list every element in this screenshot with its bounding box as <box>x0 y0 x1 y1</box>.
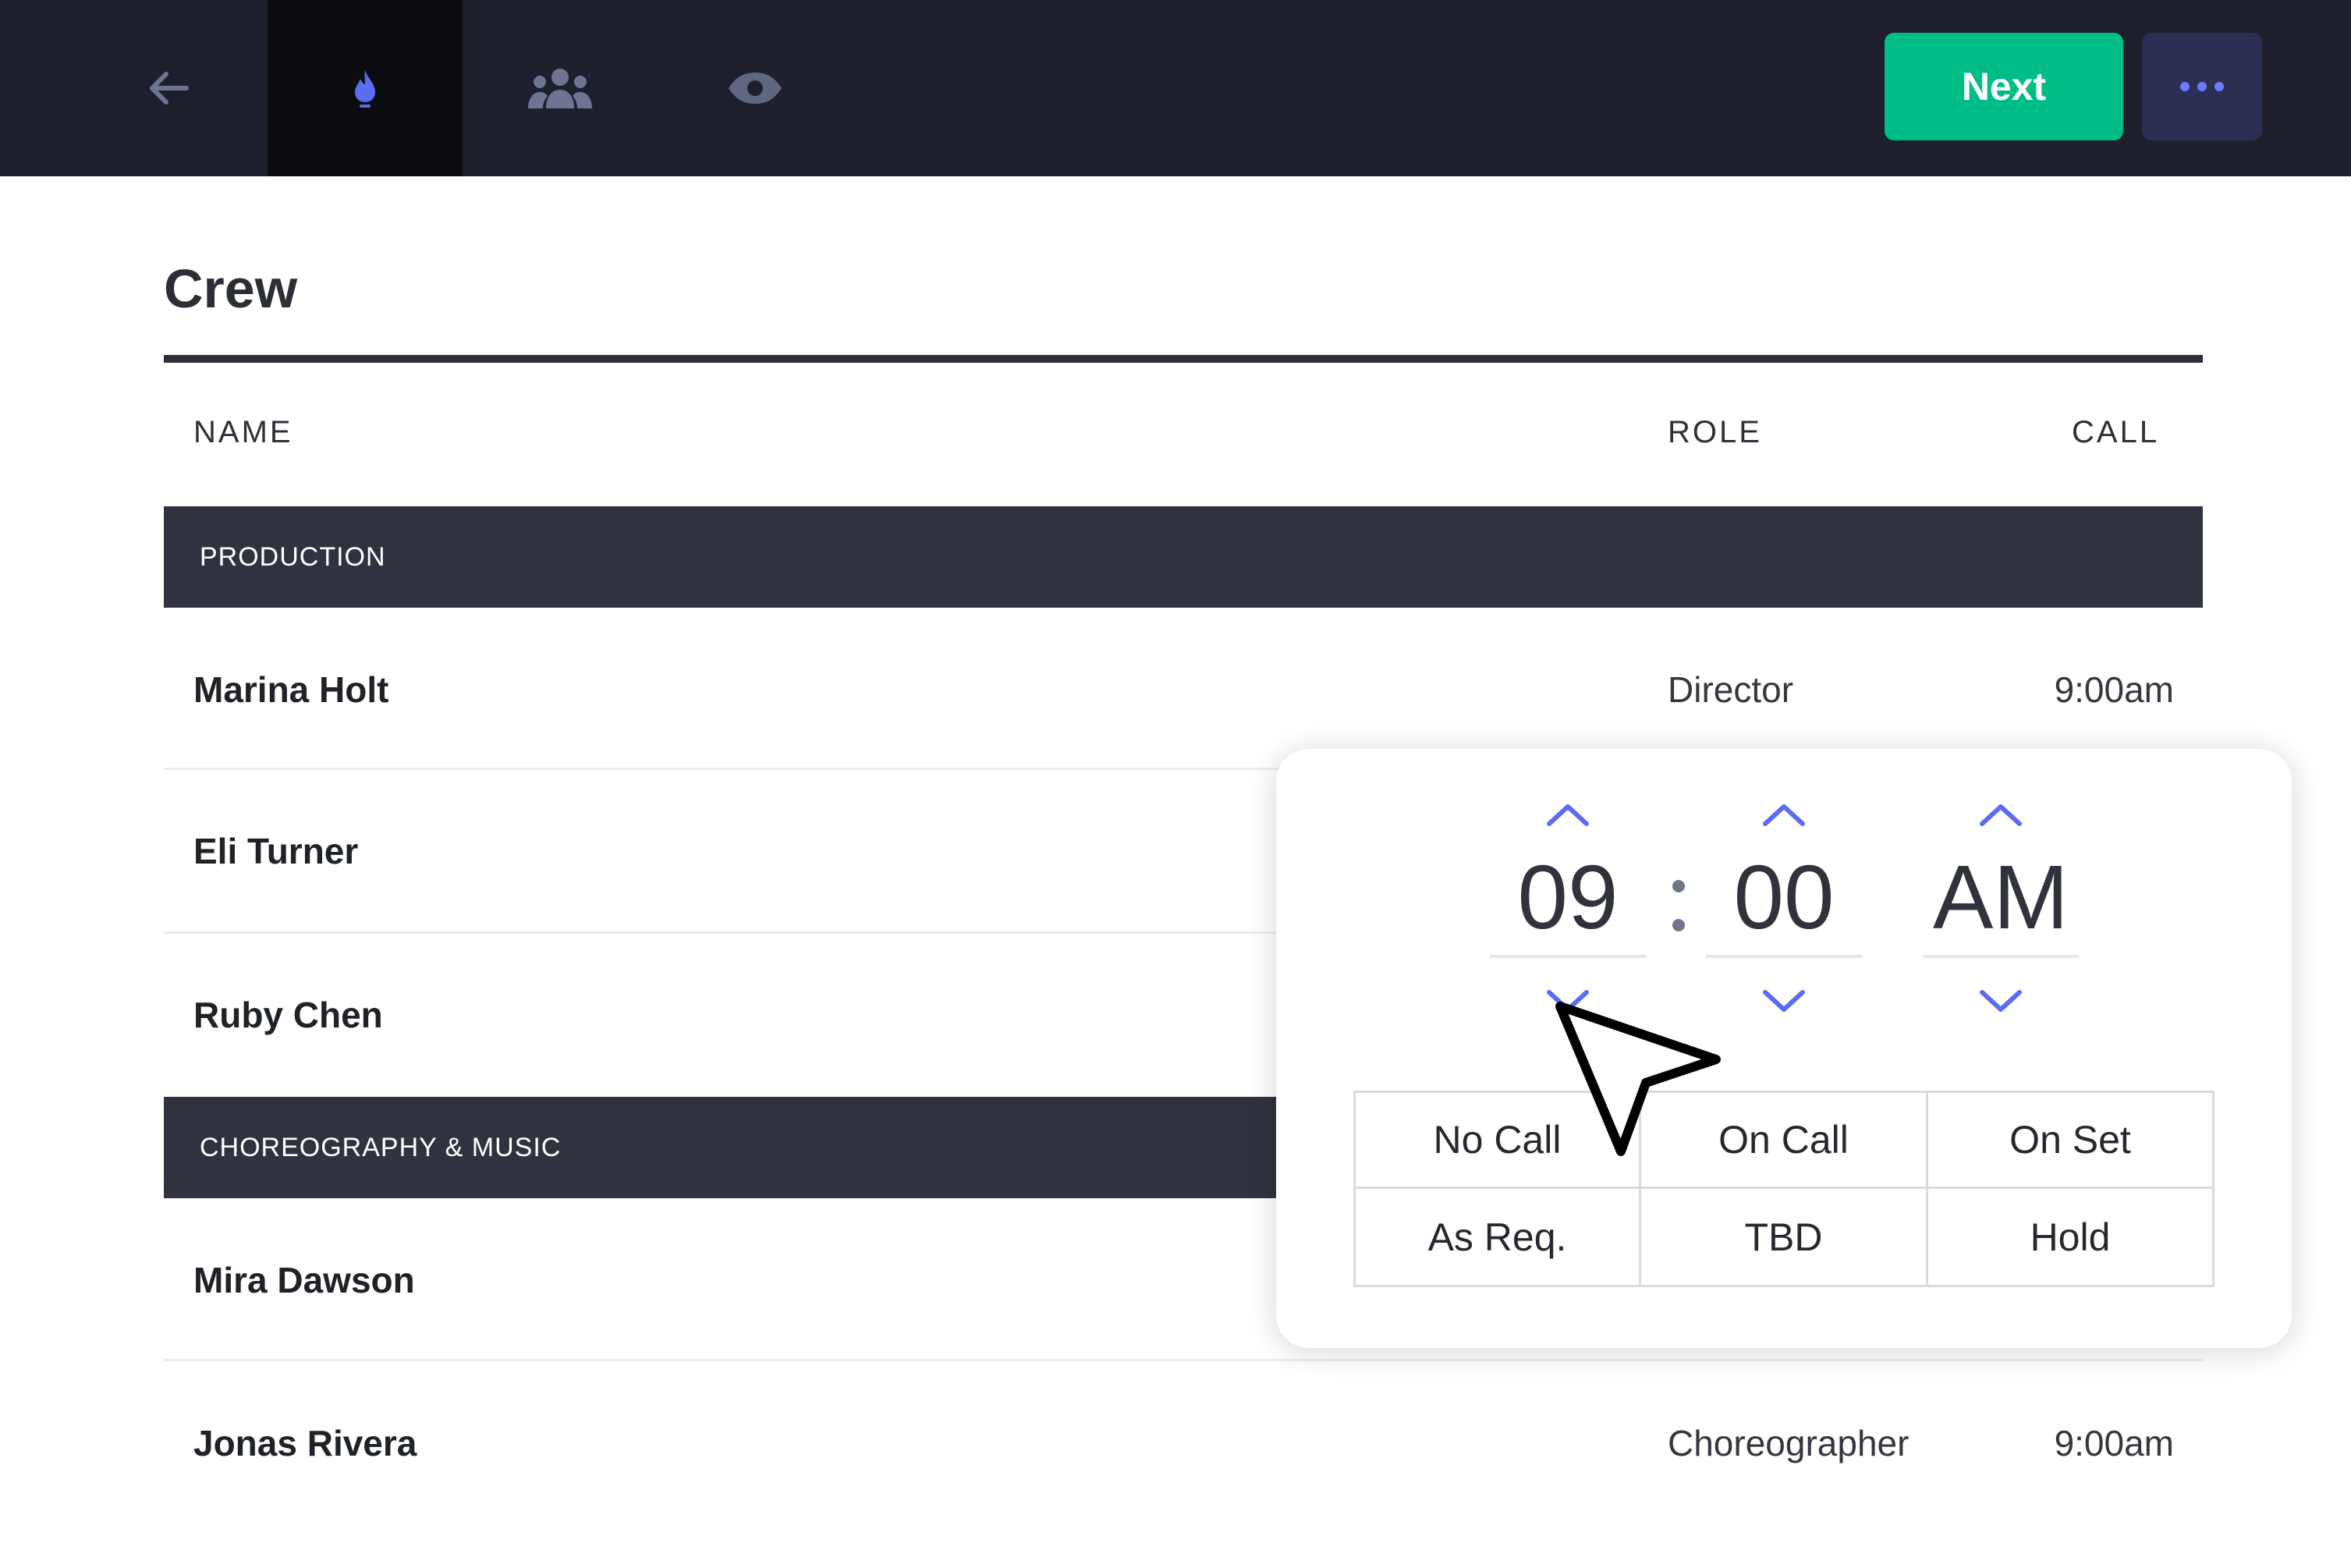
table-row[interactable]: Jonas Rivera Choreographer 9:00am <box>164 1361 2203 1525</box>
crew-name: Mira Dawson <box>193 1260 415 1300</box>
call-time[interactable]: 9:00am <box>2055 608 2174 772</box>
hour-value[interactable]: 09 <box>1490 846 1646 948</box>
option-on-set[interactable]: On Set <box>1928 1093 2212 1189</box>
minute-decrement-chevron-down-icon[interactable] <box>1761 988 1807 1016</box>
period-value[interactable]: AM <box>1923 846 2079 948</box>
time-separator <box>1669 872 1688 942</box>
table-row[interactable]: Marina Holt Director 9:00am <box>164 608 2203 772</box>
hour-increment-chevron-up-icon[interactable] <box>1544 800 1591 828</box>
eye-icon <box>729 73 782 104</box>
more-dots-icon <box>2180 82 2190 91</box>
tab-people[interactable] <box>463 0 658 176</box>
title-divider <box>164 355 2203 363</box>
crew-name: Ruby Chen <box>193 995 383 1035</box>
crew-role: Choreographer <box>1668 1423 1910 1463</box>
option-as-required[interactable]: As Req. <box>1356 1189 1641 1285</box>
crew-name: Marina Holt <box>193 669 389 710</box>
tab-flame[interactable] <box>268 0 463 176</box>
column-header-role: ROLE <box>1668 415 1762 449</box>
call-status-options: No Call On Call On Set As Req. TBD Hold <box>1353 1091 2214 1287</box>
call-time[interactable]: 9:00am <box>2055 1361 2174 1525</box>
flame-icon <box>355 69 375 108</box>
mouse-pointer-icon <box>1555 1002 1721 1156</box>
option-hold[interactable]: Hold <box>1928 1189 2212 1285</box>
tab-preview[interactable] <box>658 0 853 176</box>
back-arrow-icon <box>150 72 189 105</box>
minute-value[interactable]: 00 <box>1706 846 1862 948</box>
page-title: Crew <box>164 258 298 319</box>
time-picker-popover: 09 00 AM No Call On Call On Set As Req. … <box>1276 749 2292 1348</box>
column-header-call: CALL <box>2072 415 2160 449</box>
next-button[interactable]: Next <box>1885 33 2123 140</box>
option-tbd[interactable]: TBD <box>1641 1189 1928 1285</box>
minute-underline <box>1706 955 1862 958</box>
more-options-button[interactable] <box>2142 33 2262 140</box>
crew-name: Eli Turner <box>193 831 359 871</box>
crew-role: Director <box>1668 669 1794 710</box>
back-button[interactable] <box>70 0 265 176</box>
section-header-production: PRODUCTION <box>164 506 2203 608</box>
section-label: PRODUCTION <box>200 541 386 572</box>
people-icon <box>528 69 592 108</box>
hour-underline <box>1490 955 1646 958</box>
minute-increment-chevron-up-icon[interactable] <box>1761 800 1807 828</box>
column-header-name: NAME <box>193 415 293 449</box>
period-decrement-chevron-down-icon[interactable] <box>1977 988 2024 1016</box>
period-increment-chevron-up-icon[interactable] <box>1977 800 2024 828</box>
top-toolbar: Next <box>0 0 2351 176</box>
section-label: CHOREOGRAPHY & MUSIC <box>200 1132 562 1162</box>
period-underline <box>1923 955 2079 958</box>
crew-name: Jonas Rivera <box>193 1423 417 1463</box>
